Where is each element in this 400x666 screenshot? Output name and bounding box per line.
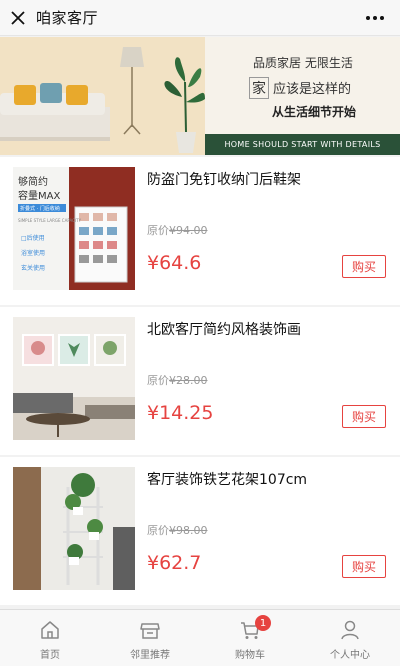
original-price: 原价¥98.00 [147, 522, 208, 538]
banner-line2: 家应该是这样的 [249, 77, 351, 99]
original-price-value: ¥98.00 [169, 524, 208, 537]
original-price-label: 原价 [147, 224, 169, 237]
tab-profile[interactable]: 个人中心 [300, 610, 400, 666]
shoe-rack-image: 够简约 容量MAX 折叠式 · 门后收纳 SIMPLE STYLE LARGE … [13, 167, 135, 290]
banner-box-char: 家 [249, 77, 269, 99]
cart-count-badge: 1 [255, 615, 271, 631]
product-thumbnail[interactable]: 够简约 容量MAX 折叠式 · 门后收纳 SIMPLE STYLE LARGE … [13, 167, 135, 290]
buy-button[interactable]: 购买 [342, 255, 386, 278]
original-price-value: ¥28.00 [169, 374, 208, 387]
product-card[interactable]: 北欧客厅简约风格装饰画 原价¥28.00 ¥14.25 购买 [0, 307, 400, 455]
thumb-text-4: SIMPLE STYLE LARGE CAPACITY [18, 218, 82, 223]
sale-price: ¥14.25 [147, 402, 214, 424]
tab-label: 首页 [40, 650, 60, 661]
sale-price: ¥64.6 [147, 252, 202, 274]
original-price-value: ¥94.00 [169, 224, 208, 237]
product-thumbnail[interactable] [13, 317, 135, 440]
page-title: 咱家客厅 [36, 9, 99, 27]
thumb-text-5: □后使用 [21, 234, 45, 242]
buy-button[interactable]: 购买 [342, 405, 386, 428]
product-card[interactable]: 够简约 容量MAX 折叠式 · 门后收纳 SIMPLE STYLE LARGE … [0, 157, 400, 305]
product-name[interactable]: 北欧客厅简约风格装饰画 [147, 319, 301, 339]
thumb-text-1: 够简约 [18, 175, 48, 188]
banner-living-room-image [0, 37, 205, 155]
original-price: 原价¥94.00 [147, 222, 208, 238]
product-thumbnail[interactable] [13, 467, 135, 590]
banner-line1: 品质家居 无限生活 [253, 56, 353, 70]
user-icon [341, 620, 359, 640]
home-icon [41, 621, 59, 639]
thumb-text-2: 容量MAX [18, 189, 60, 202]
thumb-text-3: 折叠式 · 门后收纳 [20, 205, 60, 212]
tab-recommend[interactable]: 邻里推荐 [100, 610, 200, 666]
bottom-tab-bar: 首页 邻里推荐 1 购物车 个人中心 [0, 609, 400, 666]
banner-line2-rest: 应该是这样的 [273, 82, 352, 97]
tab-cart[interactable]: 1 购物车 [200, 610, 300, 666]
tab-home[interactable]: 首页 [0, 610, 100, 666]
top-nav-bar: 咱家客厅 [0, 0, 400, 36]
more-button[interactable] [364, 8, 386, 28]
wall-art-image [13, 317, 135, 440]
close-button[interactable] [0, 0, 36, 36]
close-icon [11, 10, 25, 25]
product-name[interactable]: 防盗门免钉收纳门后鞋架 [147, 169, 301, 189]
tab-label: 购物车 [235, 650, 265, 661]
promo-banner[interactable]: 品质家居 无限生活 家应该是这样的 从生活细节开始 HOME SHOULD ST… [0, 37, 400, 155]
original-price-label: 原价 [147, 524, 169, 537]
more-icon [366, 16, 384, 20]
original-price: 原价¥28.00 [147, 372, 208, 388]
thumb-text-7: 玄关使用 [21, 264, 45, 272]
tab-label: 邻里推荐 [130, 650, 170, 661]
banner-line3: 从生活细节开始 [272, 105, 357, 119]
tab-label: 个人中心 [330, 650, 370, 661]
original-price-label: 原价 [147, 374, 169, 387]
thumb-text-6: 浴室使用 [21, 249, 45, 257]
product-name[interactable]: 客厅装饰铁艺花架107cm [147, 469, 307, 489]
store-icon [140, 623, 160, 639]
product-card[interactable]: 客厅装饰铁艺花架107cm 原价¥98.00 ¥62.7 购买 [0, 457, 400, 605]
plant-stand-image [13, 467, 135, 590]
sale-price: ¥62.7 [147, 552, 202, 574]
banner-english-strip: HOME SHOULD START WITH DETAILS [205, 134, 400, 155]
buy-button[interactable]: 购买 [342, 555, 386, 578]
